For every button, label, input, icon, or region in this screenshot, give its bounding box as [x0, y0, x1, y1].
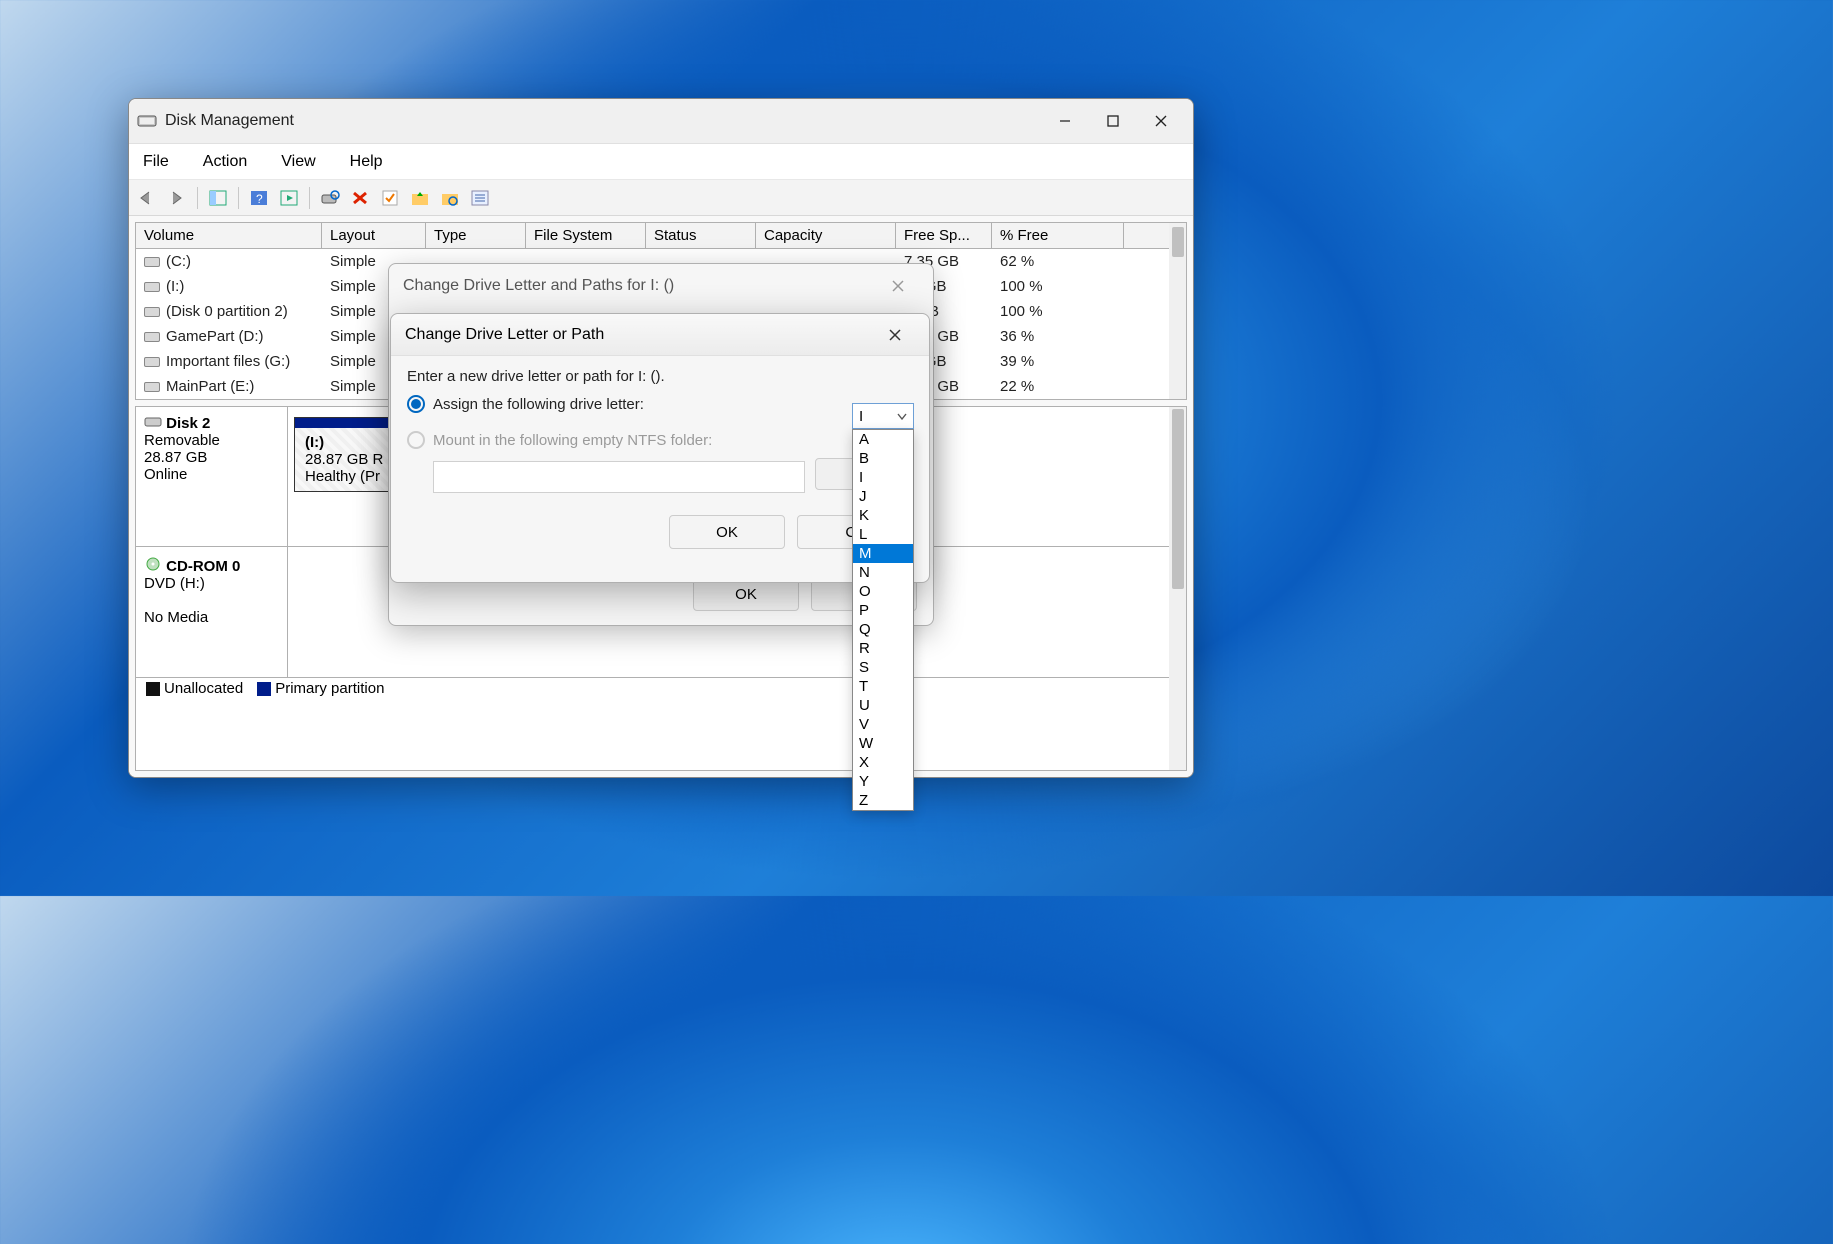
close-icon[interactable]: [875, 317, 915, 353]
app-icon: [137, 112, 157, 130]
cdrom-name: CD-ROM 0: [166, 558, 240, 575]
disk-icon: [144, 357, 160, 367]
forward-icon[interactable]: [163, 185, 191, 211]
partition-i-line2: Healthy (Pr: [305, 468, 380, 485]
legend-unalloc-swatch: [146, 682, 160, 696]
dropdown-item[interactable]: O: [853, 582, 913, 601]
col-freespace[interactable]: Free Sp...: [896, 223, 992, 248]
dropdown-item[interactable]: S: [853, 658, 913, 677]
chevron-down-icon: [897, 408, 907, 425]
dropdown-item[interactable]: W: [853, 734, 913, 753]
legend: Unallocated Primary partition: [136, 677, 1186, 699]
dropdown-item[interactable]: N: [853, 563, 913, 582]
folder-up-icon[interactable]: [406, 185, 434, 211]
menu-view[interactable]: View: [273, 149, 323, 175]
delete-icon[interactable]: [346, 185, 374, 211]
d2-instruction: Enter a new drive letter or path for I: …: [407, 368, 913, 385]
lower-scrollbar[interactable]: [1169, 407, 1186, 770]
col-capacity[interactable]: Capacity: [756, 223, 896, 248]
partition-i-line1: 28.87 GB R: [305, 451, 383, 468]
folder-search-icon[interactable]: [436, 185, 464, 211]
disk-icon: [144, 382, 160, 392]
cdrom-icon: [144, 555, 162, 571]
dropdown-item[interactable]: A: [853, 430, 913, 449]
dropdown-item[interactable]: X: [853, 753, 913, 772]
titlebar: Disk Management: [129, 99, 1193, 144]
disk2-kind: Removable: [144, 432, 220, 449]
refresh-icon[interactable]: [316, 185, 344, 211]
drive-letter-combo-value: I: [859, 408, 863, 425]
dropdown-item[interactable]: T: [853, 677, 913, 696]
dropdown-item[interactable]: P: [853, 601, 913, 620]
grid-scrollbar[interactable]: [1169, 223, 1186, 399]
cdrom-media: No Media: [144, 609, 208, 626]
col-volume[interactable]: Volume: [136, 223, 322, 248]
dropdown-item[interactable]: Z: [853, 791, 913, 810]
change-drive-letter-dialog: Change Drive Letter or Path Enter a new …: [390, 313, 930, 583]
dropdown-item[interactable]: U: [853, 696, 913, 715]
drive-letter-combo[interactable]: I: [852, 403, 914, 429]
radio-mount-folder[interactable]: [407, 431, 425, 449]
change-paths-title: Change Drive Letter and Paths for I: (): [403, 277, 674, 295]
properties-icon[interactable]: [376, 185, 404, 211]
dropdown-item[interactable]: B: [853, 449, 913, 468]
minimize-button[interactable]: [1041, 101, 1089, 141]
disk-icon: [144, 307, 160, 317]
drive-letter-dropdown[interactable]: ABIJKLMNOPQRSTUVWXYZ: [852, 429, 914, 811]
mount-path-input: [433, 461, 805, 493]
opt-assign-label: Assign the following drive letter:: [433, 396, 644, 413]
action-list-icon[interactable]: [275, 185, 303, 211]
close-button[interactable]: [1137, 101, 1185, 141]
menu-bar: File Action View Help: [129, 144, 1193, 180]
disk-icon: [144, 257, 160, 267]
dropdown-item[interactable]: M: [853, 544, 913, 563]
col-filesystem[interactable]: File System: [526, 223, 646, 248]
dropdown-item[interactable]: Q: [853, 620, 913, 639]
menu-file[interactable]: File: [135, 149, 177, 175]
col-layout[interactable]: Layout: [322, 223, 426, 248]
menu-help[interactable]: Help: [342, 149, 391, 175]
maximize-button[interactable]: [1089, 101, 1137, 141]
d2-ok-button[interactable]: OK: [669, 515, 785, 549]
settings-list-icon[interactable]: [466, 185, 494, 211]
dropdown-item[interactable]: R: [853, 639, 913, 658]
disk2-state: Online: [144, 466, 187, 483]
dropdown-item[interactable]: Y: [853, 772, 913, 791]
disk2-name: Disk 2: [166, 415, 210, 432]
menu-action[interactable]: Action: [195, 149, 255, 175]
legend-primary-label: Primary partition: [275, 680, 384, 697]
window-title: Disk Management: [165, 112, 1041, 130]
d2-title-text: Change Drive Letter or Path: [405, 326, 604, 344]
disk-icon: [144, 332, 160, 342]
legend-primary-swatch: [257, 682, 271, 696]
help-icon[interactable]: ?: [245, 185, 273, 211]
disk-icon: [144, 282, 160, 292]
radio-assign-letter[interactable]: [407, 395, 425, 413]
toolbar: ?: [129, 180, 1193, 216]
back-icon[interactable]: [133, 185, 161, 211]
col-type[interactable]: Type: [426, 223, 526, 248]
dropdown-item[interactable]: L: [853, 525, 913, 544]
show-hide-console-icon[interactable]: [204, 185, 232, 211]
disk-icon: [144, 416, 162, 428]
dropdown-item[interactable]: J: [853, 487, 913, 506]
legend-unalloc-label: Unallocated: [164, 680, 243, 697]
dropdown-item[interactable]: K: [853, 506, 913, 525]
partition-i-label: (I:): [305, 434, 324, 451]
dropdown-item[interactable]: I: [853, 468, 913, 487]
col-status[interactable]: Status: [646, 223, 756, 248]
disk2-size: 28.87 GB: [144, 449, 207, 466]
cdrom-drive: DVD (H:): [144, 575, 205, 592]
dropdown-item[interactable]: V: [853, 715, 913, 734]
col-pctfree[interactable]: % Free: [992, 223, 1124, 248]
close-icon[interactable]: [877, 267, 919, 305]
svg-text:?: ?: [256, 192, 263, 206]
opt-mount-label: Mount in the following empty NTFS folder…: [433, 432, 712, 449]
